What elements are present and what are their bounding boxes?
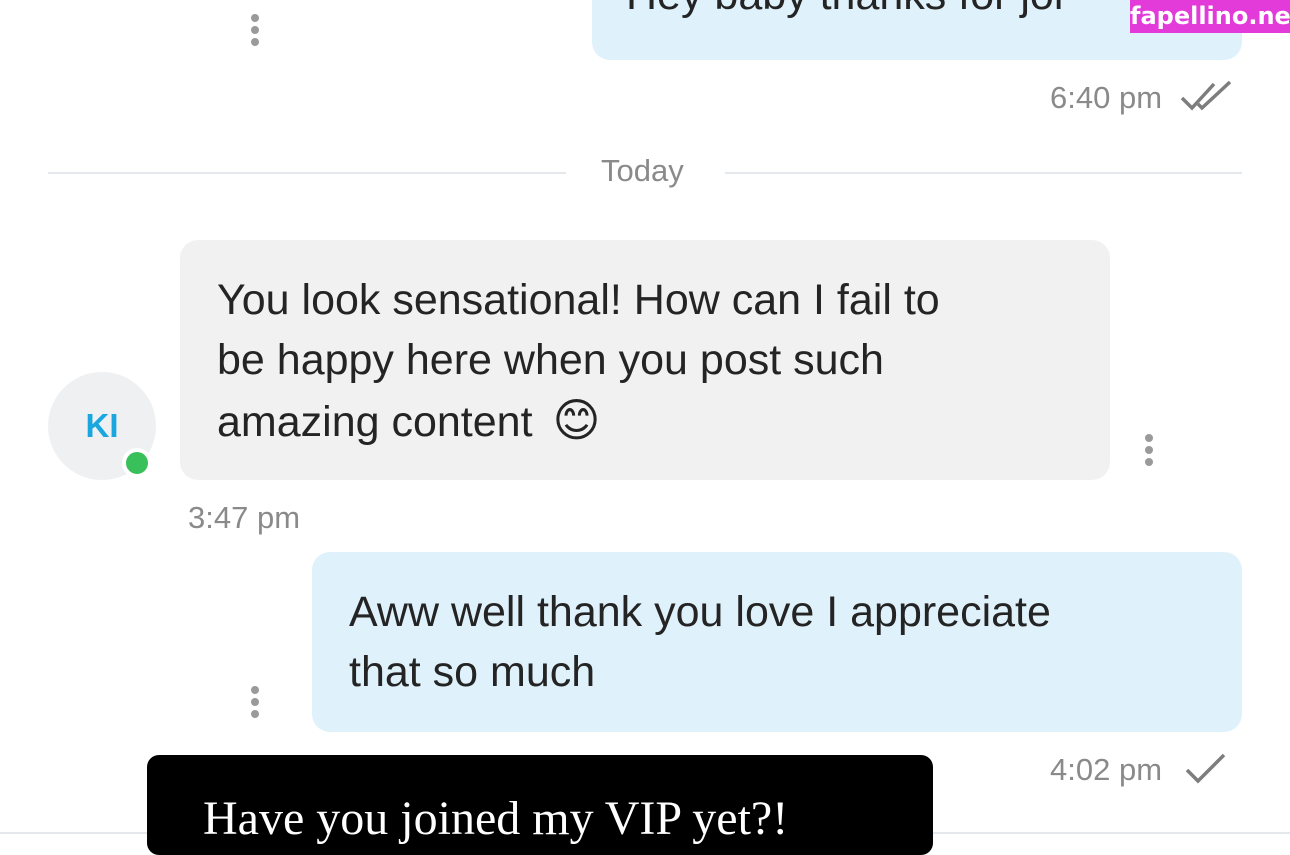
watermark: fapellino.net (1130, 0, 1290, 33)
divider-line-left (48, 172, 566, 174)
more-options-icon[interactable] (251, 686, 259, 722)
message-line: You look sensational! How can I fail to (217, 276, 940, 324)
message-time: 3:47 pm (188, 500, 301, 535)
incoming-message-bubble[interactable]: You look sensational! How can I fail to … (180, 240, 1110, 480)
message-line: amazing content (217, 398, 533, 446)
more-options-icon[interactable] (1145, 434, 1153, 470)
message-line: be happy here when you post such (217, 336, 884, 384)
more-options-icon[interactable] (251, 14, 259, 50)
double-check-icon (1180, 80, 1232, 111)
message-time: 4:02 pm (1050, 752, 1163, 787)
overlay-caption: Have you joined my VIP yet?! (147, 755, 933, 855)
avatar[interactable]: KI (48, 372, 156, 480)
online-indicator (122, 448, 152, 478)
smiling-emoji: 😊 (552, 394, 601, 446)
message-time: 6:40 pm (1050, 80, 1163, 115)
date-divider-label: Today (601, 153, 684, 188)
message-text: Hey baby thanks for joi (626, 0, 1063, 20)
divider-line-right (725, 172, 1242, 174)
check-icon (1185, 753, 1226, 784)
overlay-text: Have you joined my VIP yet?! (203, 792, 789, 845)
message-line: that so much (349, 648, 596, 696)
outgoing-message-bubble[interactable]: Aww well thank you love I appreciate tha… (312, 552, 1242, 732)
message-line: Aww well thank you love I appreciate (349, 588, 1051, 636)
